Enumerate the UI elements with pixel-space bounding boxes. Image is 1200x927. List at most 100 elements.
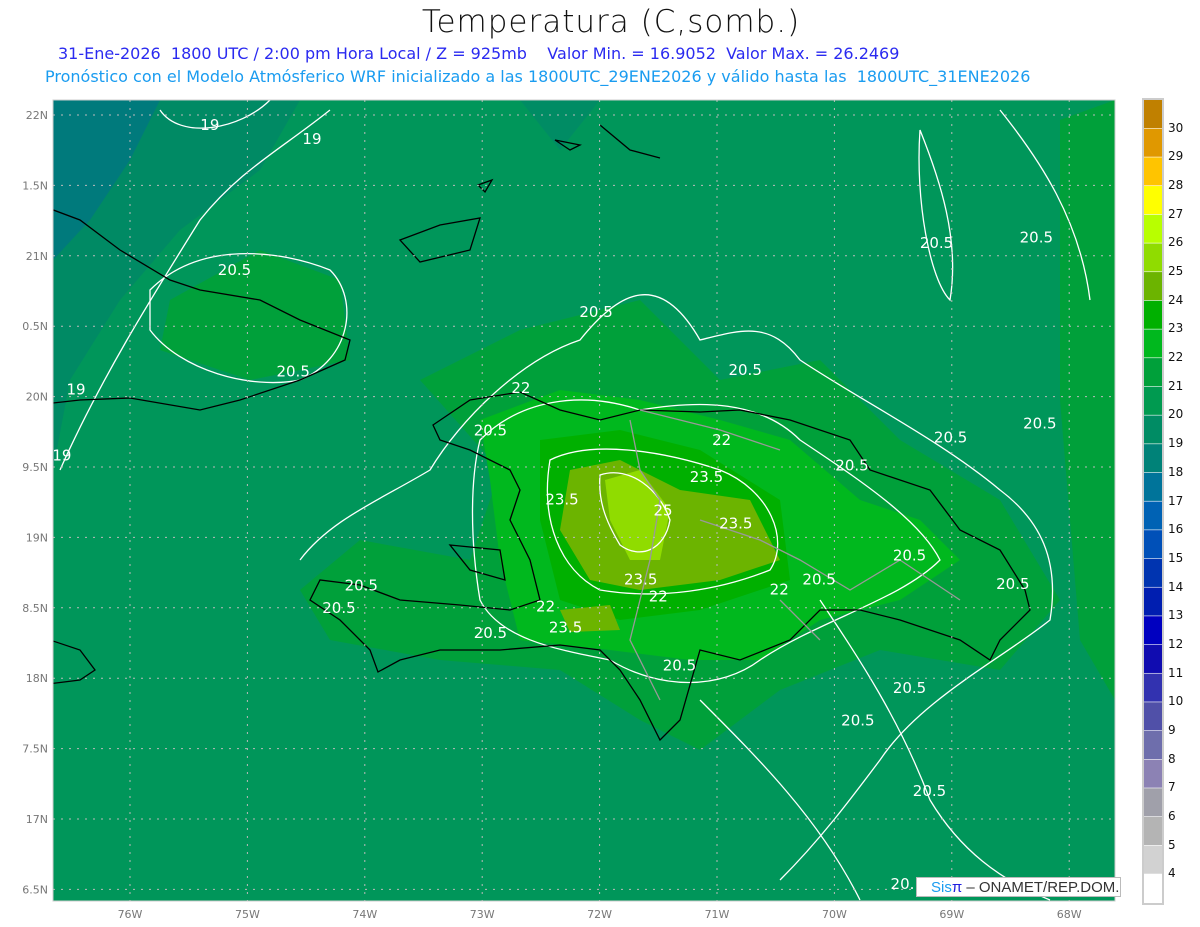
colorbar-label: 23 <box>1168 321 1184 336</box>
colorbar-label: 30 <box>1168 120 1184 135</box>
colorbar-swatch <box>1144 558 1162 587</box>
contour-label: 20.5 <box>322 599 355 617</box>
colorbar-label: 29 <box>1168 149 1184 164</box>
map-title: Temperatura (C,somb.) <box>421 4 801 40</box>
lat-tick-label: 8.5N <box>22 602 48 615</box>
colorbar-label: 16 <box>1168 522 1184 537</box>
contour-label: 23.5 <box>690 468 723 486</box>
contour-label: 20. <box>891 875 915 893</box>
contour-label: 25 <box>653 502 672 520</box>
colorbar-label: 17 <box>1168 493 1184 508</box>
lat-tick-label: 17N <box>26 813 48 826</box>
colorbar-swatch <box>1144 415 1162 444</box>
contour-label: 19 <box>52 447 71 465</box>
contour-label: 22 <box>712 431 731 449</box>
colorbar-swatch <box>1144 587 1162 616</box>
colorbar-label: 4 <box>1168 866 1176 881</box>
colorbar-label: 12 <box>1168 636 1184 651</box>
contour-label: 23.5 <box>624 571 657 589</box>
lat-tick-label: 0.5N <box>22 320 48 333</box>
lat-tick-label: 19N <box>26 531 48 544</box>
colorbar-swatch <box>1144 128 1162 157</box>
model-info-subtitle: Pronóstico con el Modelo Atmósferico WRF… <box>45 67 1031 86</box>
contour-label: 22 <box>511 379 530 397</box>
pi-logo: π <box>951 879 963 896</box>
contour-label: 22 <box>649 588 668 606</box>
contour-label: 19 <box>66 381 85 399</box>
colorbar-swatch <box>1144 157 1162 186</box>
lon-tick-label: 75W <box>235 908 260 921</box>
colorbar-swatch <box>1144 616 1162 645</box>
lat-tick-label: 22N <box>26 109 48 122</box>
colorbar-label: 22 <box>1168 350 1184 365</box>
contour-label: 20.5 <box>276 362 309 380</box>
colorbar-label: 13 <box>1168 608 1184 623</box>
lat-tick-label: 21N <box>26 250 48 263</box>
colorbar <box>1142 98 1164 905</box>
colorbar-swatch <box>1144 272 1162 301</box>
lon-tick-label: 69W <box>939 908 964 921</box>
colorbar-label: 15 <box>1168 550 1184 565</box>
lon-tick-label: 70W <box>822 908 847 921</box>
temperature-map: 191920.520.520.519192220.52223.520.520.5… <box>22 98 1164 921</box>
colorbar-label: 25 <box>1168 264 1184 279</box>
contour-label: 20.5 <box>579 303 612 321</box>
lon-tick-label: 76W <box>118 908 143 921</box>
colorbar-label: 26 <box>1168 235 1184 250</box>
colorbar-label: 24 <box>1168 292 1184 307</box>
lon-tick-label: 71W <box>705 908 730 921</box>
contour-label: 20.5 <box>474 421 507 439</box>
lat-tick-label: 7.5N <box>22 743 48 756</box>
colorbar-swatch <box>1144 472 1162 501</box>
shading <box>53 100 1115 901</box>
colorbar-label: 5 <box>1168 837 1176 852</box>
contour-label: 20.5 <box>934 428 967 446</box>
credit-text: – ONAMET/REP.DOM. <box>966 879 1120 896</box>
lat-tick-label: 1.5N <box>22 179 48 192</box>
lat-tick-label: 20N <box>26 391 48 404</box>
lon-tick-label: 74W <box>352 908 377 921</box>
colorbar-swatch <box>1144 100 1162 129</box>
sis-logo: Sis <box>931 879 952 896</box>
contour-label: 20.5 <box>920 234 953 252</box>
colorbar-label: 28 <box>1168 178 1184 193</box>
contour-label: 20.5 <box>913 782 946 800</box>
contour-label: 20.5 <box>893 547 926 565</box>
credit-box: Sisπ – ONAMET/REP.DOM. <box>916 877 1121 897</box>
lat-tick-label: 9.5N <box>22 461 48 474</box>
colorbar-swatch <box>1144 816 1162 846</box>
lat-tick-label: 6.5N <box>22 883 48 896</box>
colorbar-swatch <box>1144 530 1162 559</box>
colorbar-swatch <box>1144 214 1162 243</box>
contour-label: 23.5 <box>545 490 578 508</box>
contour-label: 19 <box>302 130 321 148</box>
lon-tick-label: 73W <box>470 908 495 921</box>
valid-time-subtitle: 31-Ene-2026 1800 UTC / 2:00 pm Hora Loca… <box>58 44 900 63</box>
colorbar-label: 14 <box>1168 579 1184 594</box>
contour-label: 20.5 <box>345 576 378 594</box>
colorbar-swatch <box>1144 644 1162 673</box>
colorbar-label: 19 <box>1168 436 1184 451</box>
lon-tick-label: 68W <box>1057 908 1082 921</box>
colorbar-label: 27 <box>1168 206 1184 221</box>
colorbar-swatch <box>1144 673 1162 702</box>
colorbar-swatch <box>1144 186 1162 215</box>
contour-label: 20.5 <box>474 624 507 642</box>
colorbar-swatch <box>1144 358 1162 387</box>
contour-label: 22 <box>770 580 789 598</box>
colorbar-swatch <box>1144 300 1162 329</box>
colorbar-swatch <box>1144 845 1162 874</box>
contour-label: 20.5 <box>835 457 868 475</box>
contour-label: 20.5 <box>728 361 761 379</box>
contour-label: 19 <box>200 116 219 134</box>
contour-label: 20.5 <box>663 657 696 675</box>
contour-label: 20.5 <box>996 575 1029 593</box>
colorbar-swatch <box>1144 874 1162 903</box>
colorbar-label: 7 <box>1168 780 1176 795</box>
colorbar-swatch <box>1144 759 1162 788</box>
lat-tick-label: 18N <box>26 672 48 685</box>
contour-label: 23.5 <box>549 619 582 637</box>
colorbar-label: 9 <box>1168 722 1176 737</box>
colorbar-label: 18 <box>1168 464 1184 479</box>
contour-label: 20.5 <box>802 571 835 589</box>
